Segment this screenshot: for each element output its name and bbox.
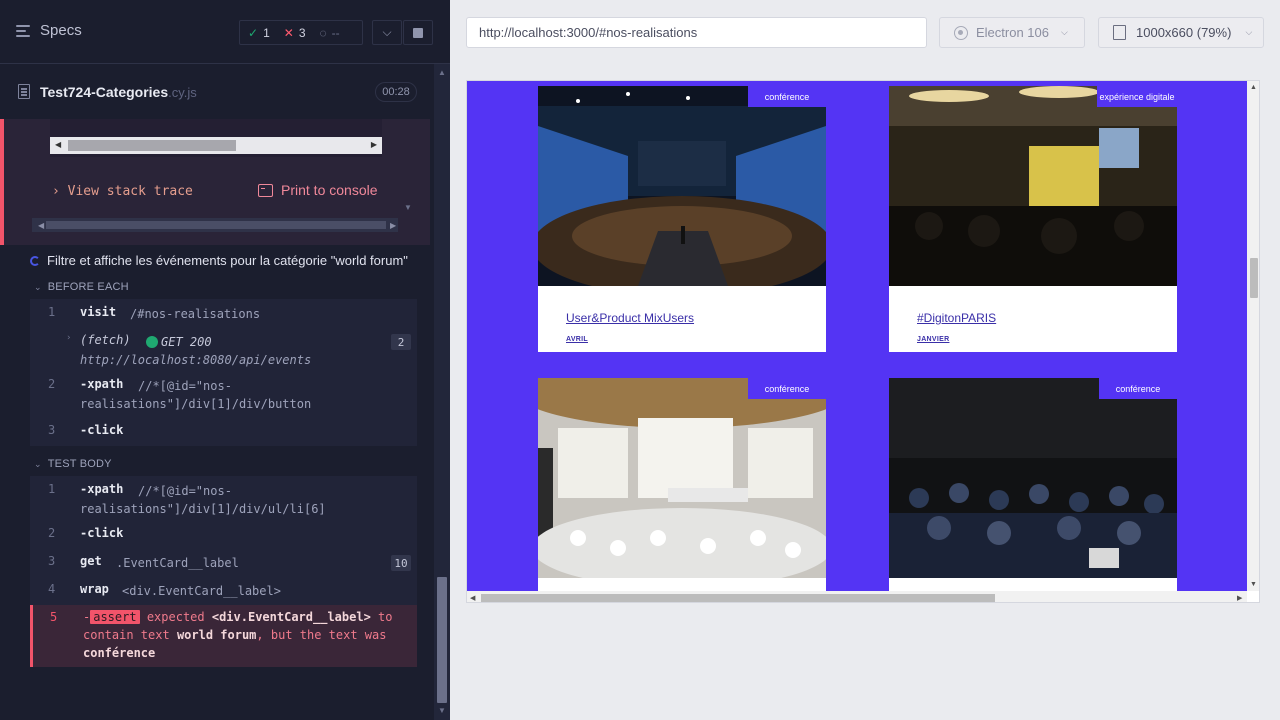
before-each-commands: 1 visit /#nos-realisations › (fetch) GET… — [30, 299, 417, 446]
pending-count: ◌ -- — [319, 25, 340, 40]
code-frame-scroll-thumb[interactable] — [68, 140, 236, 151]
x-icon: ✕ — [283, 25, 294, 40]
event-photo — [538, 86, 826, 286]
error-scroll-thumb[interactable] — [46, 221, 386, 229]
chevron-down-icon: ⌵ — [1245, 27, 1253, 37]
command-row[interactable]: 2 -xpath //*[@id="nos- realisations"]/di… — [30, 377, 417, 415]
stop-button[interactable] — [403, 20, 433, 45]
event-category-label: expérience digitale — [1097, 86, 1177, 107]
error-indicator — [0, 119, 4, 245]
command-row[interactable]: › (fetch) GET 200 http://localhost:8080/… — [30, 333, 417, 371]
url-bar[interactable]: http://localhost:3000/#nos-realisations — [466, 17, 927, 48]
command-row[interactable]: 3 get .EventCard__label 10 — [30, 554, 417, 574]
test-body-commands: 1 -xpath //*[@id="nos- realisations"]/di… — [30, 476, 417, 605]
spec-duration: 00:28 — [375, 82, 417, 102]
event-title-link[interactable]: #DigitonPARIS — [917, 311, 996, 325]
event-category-label: conférence — [748, 378, 826, 399]
realisations-page: conférence User&Product MixUsers avril — [467, 81, 1247, 591]
test-body-section[interactable]: ⌄ TEST BODY — [34, 458, 112, 470]
event-photo — [889, 86, 1177, 286]
assert-badge: assert — [90, 610, 140, 624]
command-row[interactable]: 1 -xpath //*[@id="nos- realisations"]/di… — [30, 482, 417, 520]
chevron-down-icon: ⌵ — [1061, 27, 1068, 37]
code-frame-scrollbar[interactable]: ◀ ▶ — [50, 137, 382, 154]
spinner-icon — [30, 255, 40, 266]
app-preview-panel: http://localhost:3000/#nos-realisations … — [450, 0, 1280, 720]
view-stack-trace-toggle[interactable]: › View stack trace — [52, 184, 193, 199]
app-horizontal-scrollbar[interactable]: ◀ ▶ — [467, 591, 1247, 602]
event-card[interactable]: conférence User&Product MixUsers avril — [538, 86, 826, 352]
console-icon — [258, 183, 273, 197]
event-category-label: conférence — [1099, 378, 1177, 399]
failed-count: ✕ 3 — [283, 25, 306, 40]
app-vertical-scroll-thumb[interactable] — [1250, 258, 1258, 298]
event-card[interactable]: conférence — [538, 378, 826, 591]
event-month-link[interactable]: janvier — [917, 336, 949, 343]
print-to-console-button[interactable]: Print to console — [258, 182, 378, 198]
options-dropdown-button[interactable]: ⌵ — [372, 20, 402, 45]
app-horizontal-scroll-thumb[interactable] — [481, 594, 995, 602]
specs-label: Specs — [40, 22, 82, 39]
stop-icon — [413, 27, 423, 38]
event-card[interactable]: expérience digitale #DigitonPARIS janvie… — [889, 86, 1177, 352]
reporter-scroll-thumb[interactable] — [437, 577, 447, 703]
count-badge: 10 — [391, 555, 411, 571]
browser-selector[interactable]: Electron 106 ⌵ — [939, 17, 1085, 48]
count-badge: 2 — [391, 334, 411, 350]
before-each-hook[interactable]: ⌄ BEFORE EACH — [34, 281, 129, 293]
menu-icon — [16, 24, 32, 38]
test-title[interactable]: Filtre et affiche les événements pour la… — [30, 253, 408, 268]
error-scrollbar[interactable] — [32, 218, 398, 232]
passed-count: ✓ 1 — [248, 25, 270, 40]
electron-icon — [954, 25, 968, 40]
event-month-link[interactable]: avril — [566, 336, 588, 343]
event-title-link[interactable]: User&Product MixUsers — [566, 311, 694, 325]
failed-assertion-row[interactable]: 5 - assert expected <div.EventCard__label… — [30, 605, 417, 667]
status-dot-icon — [146, 336, 158, 348]
chevron-down-icon: ⌄ — [34, 458, 42, 469]
chevron-down-icon: ⌵ — [382, 25, 392, 39]
reporter-header: Specs ✓ 1 ✕ 3 ◌ -- ⌵ — [0, 0, 450, 64]
event-category-label: conférence — [748, 86, 826, 107]
spec-title[interactable]: Test724-Categories.cy.js — [40, 84, 197, 100]
check-icon: ✓ — [248, 25, 259, 40]
viewport-selector[interactable]: 1000x660 (79%) ⌵ — [1098, 17, 1264, 48]
event-card[interactable]: conférence — [889, 378, 1177, 591]
event-photo — [889, 378, 1177, 578]
specs-toggle[interactable]: Specs — [16, 22, 82, 39]
app-vertical-scrollbar[interactable]: ▲ ▼ — [1247, 81, 1259, 591]
file-icon — [18, 84, 30, 99]
app-iframe: conférence User&Product MixUsers avril — [466, 80, 1260, 603]
event-photo — [538, 378, 826, 578]
viewport-icon — [1113, 25, 1126, 40]
test-stats: ✓ 1 ✕ 3 ◌ -- — [239, 20, 363, 45]
chevron-down-icon: ⌄ — [34, 281, 42, 292]
reporter-panel: Specs ✓ 1 ✕ 3 ◌ -- ⌵ Test724-Categories.cy.… — [0, 0, 450, 720]
spinner-icon: ◌ — [319, 25, 327, 40]
